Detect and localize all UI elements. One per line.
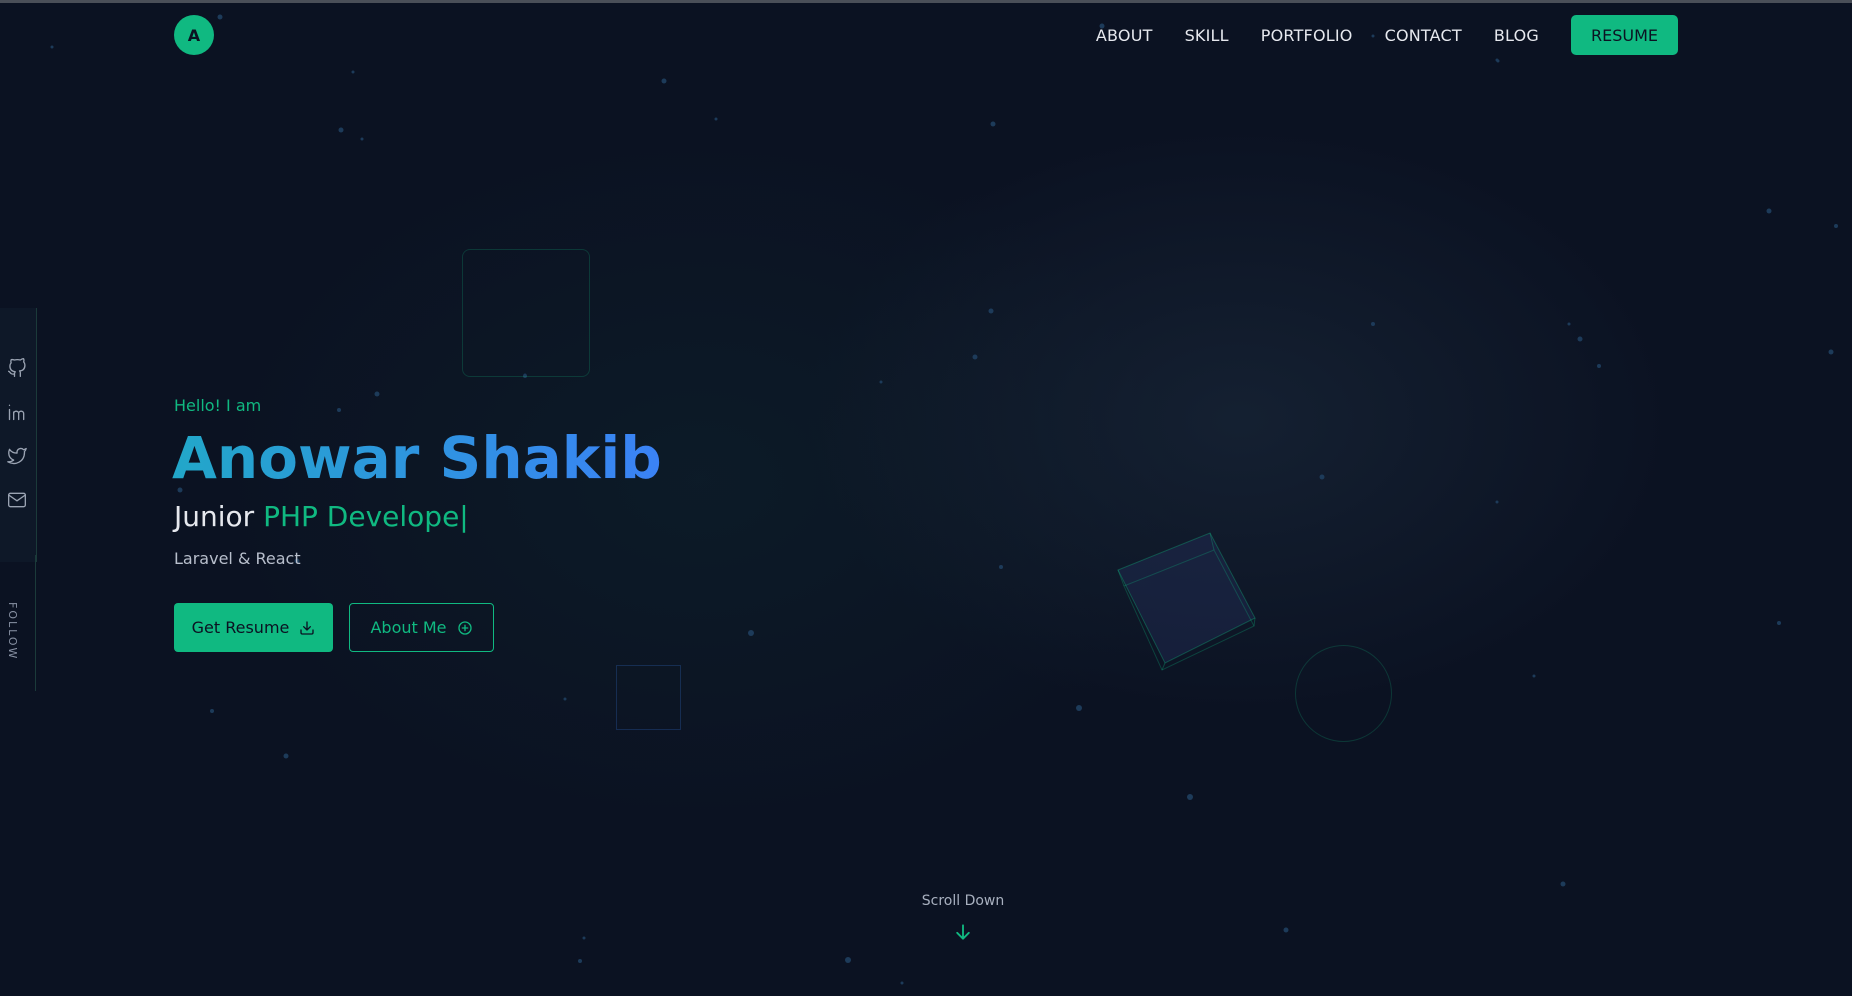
hero-name: Anowar Shakib xyxy=(172,424,662,492)
about-me-label: About Me xyxy=(370,618,447,637)
hero-role: Junior PHP Develope| xyxy=(174,500,469,533)
mail-icon[interactable] xyxy=(7,490,27,510)
decor-circle xyxy=(1295,645,1392,742)
typing-cursor: | xyxy=(459,500,469,533)
twitter-icon[interactable] xyxy=(7,446,27,466)
get-resume-button[interactable]: Get Resume xyxy=(174,603,333,652)
follow-label: FOLLOW xyxy=(6,602,19,661)
about-me-button[interactable]: About Me xyxy=(349,603,494,652)
nav-link-contact[interactable]: CONTACT xyxy=(1385,26,1462,45)
role-typed-text: PHP Develope xyxy=(263,500,460,533)
role-prefix: Junior xyxy=(174,500,255,533)
arrow-down-icon[interactable] xyxy=(953,920,973,944)
decor-square-small xyxy=(616,665,681,730)
main-nav: ABOUT SKILL PORTFOLIO CONTACT BLOG RESUM… xyxy=(1096,15,1678,55)
decor-square-large xyxy=(462,249,590,377)
nav-link-portfolio[interactable]: PORTFOLIO xyxy=(1261,26,1353,45)
hero-page: A ABOUT SKILL PORTFOLIO CONTACT BLOG RES… xyxy=(0,0,1852,996)
nav-link-about[interactable]: ABOUT xyxy=(1096,26,1153,45)
social-sidebar xyxy=(0,308,37,562)
hero-greeting: Hello! I am xyxy=(174,396,262,415)
logo-badge[interactable]: A xyxy=(174,15,214,55)
get-resume-label: Get Resume xyxy=(191,618,290,637)
starfield-background xyxy=(50,14,1838,985)
nav-link-blog[interactable]: BLOG xyxy=(1494,26,1539,45)
decor-cube xyxy=(1117,532,1256,671)
nav-link-skill[interactable]: SKILL xyxy=(1185,26,1229,45)
resume-button[interactable]: RESUME xyxy=(1570,15,1678,55)
github-icon[interactable] xyxy=(7,358,27,378)
social-divider-line xyxy=(35,555,36,691)
scroll-down-label[interactable]: Scroll Down xyxy=(0,893,1852,909)
plus-circle-icon xyxy=(457,620,472,635)
download-icon xyxy=(300,620,315,635)
linkedin-icon[interactable] xyxy=(7,402,27,422)
hero-tech-stack: Laravel & React xyxy=(174,549,301,568)
